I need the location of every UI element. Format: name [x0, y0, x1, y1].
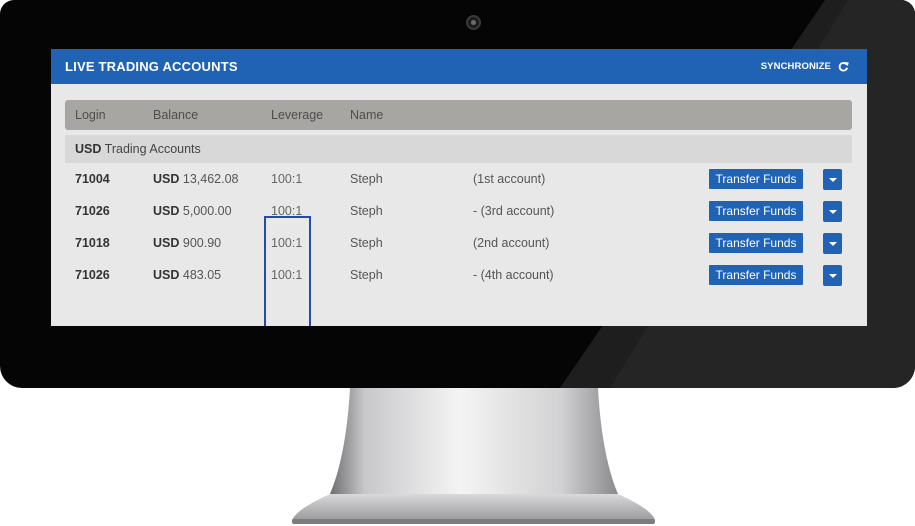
account-login: 71018 [75, 236, 110, 250]
chevron-down-icon [828, 209, 837, 214]
webcam-icon [466, 15, 481, 30]
balance-currency: USD [153, 172, 180, 186]
account-login: 71026 [75, 268, 110, 282]
chevron-down-icon [828, 273, 837, 278]
column-header-name: Name [350, 108, 384, 122]
account-name: Steph [350, 204, 383, 218]
balance-amount: 13,462.08 [182, 172, 239, 186]
transfer-funds-button[interactable]: Transfer Funds [709, 201, 803, 221]
table-row: 71004 USD 13,462.08 100:1 Steph (1st acc… [65, 163, 852, 195]
row-dropdown-button[interactable] [823, 169, 842, 190]
account-name: Steph [350, 236, 383, 250]
transfer-funds-button[interactable]: Transfer Funds [709, 265, 803, 285]
account-name: Steph [350, 172, 383, 186]
refresh-icon [838, 62, 849, 72]
column-header-balance: Balance [153, 108, 199, 122]
row-dropdown-button[interactable] [823, 201, 842, 222]
title-bar: LIVE TRADING ACCOUNTS SYNCHRONIZE [51, 49, 867, 84]
account-note: (2nd account) [473, 236, 550, 250]
balance-currency: USD [153, 204, 180, 218]
account-balance: USD 5,000.00 [153, 204, 232, 218]
balance-currency: USD [153, 236, 180, 250]
page-title: LIVE TRADING ACCOUNTS [65, 59, 238, 74]
account-note: - (3rd account) [473, 204, 555, 218]
column-header-leverage: Leverage [271, 108, 324, 122]
row-dropdown-button[interactable] [823, 233, 842, 254]
account-balance: USD 900.90 [153, 236, 221, 250]
synchronize-label: SYNCHRONIZE [760, 61, 831, 72]
column-header-login: Login [75, 108, 106, 122]
chevron-down-icon [828, 177, 837, 182]
account-note: - (4th account) [473, 268, 554, 282]
balance-amount: 483.05 [182, 268, 222, 282]
balance-amount: 5,000.00 [182, 204, 232, 218]
app-window: LIVE TRADING ACCOUNTS SYNCHRONIZE Login … [51, 49, 867, 326]
table-row: 71026 USD 5,000.00 100:1 Steph - (3rd ac… [65, 195, 852, 227]
synchronize-button[interactable]: SYNCHRONIZE [761, 61, 849, 72]
table-row: 71026 USD 483.05 100:1 Steph - (4th acco… [65, 259, 852, 291]
account-name: Steph [350, 268, 383, 282]
table-header: Login Balance Leverage Name [65, 100, 852, 130]
currency-group-header: USD Trading Accounts [65, 135, 852, 163]
transfer-funds-button[interactable]: Transfer Funds [709, 169, 803, 189]
group-currency: USD [75, 142, 102, 156]
balance-amount: 900.90 [182, 236, 222, 250]
account-login: 71026 [75, 204, 110, 218]
monitor-stand [292, 388, 655, 524]
account-leverage: 100:1 [271, 172, 303, 186]
row-dropdown-button[interactable] [823, 265, 842, 286]
account-balance: USD 13,462.08 [153, 172, 239, 186]
transfer-funds-button[interactable]: Transfer Funds [709, 233, 803, 253]
account-note: (1st account) [473, 172, 546, 186]
leverage-highlight-box [264, 216, 311, 326]
account-balance: USD 483.05 [153, 268, 221, 282]
accounts-table: Login Balance Leverage Name USD Trading … [65, 100, 852, 326]
account-login: 71004 [75, 172, 110, 186]
balance-currency: USD [153, 268, 180, 282]
chevron-down-icon [828, 241, 837, 246]
group-label: Trading Accounts [104, 142, 201, 156]
table-row: 71018 USD 900.90 100:1 Steph (2nd accoun… [65, 227, 852, 259]
